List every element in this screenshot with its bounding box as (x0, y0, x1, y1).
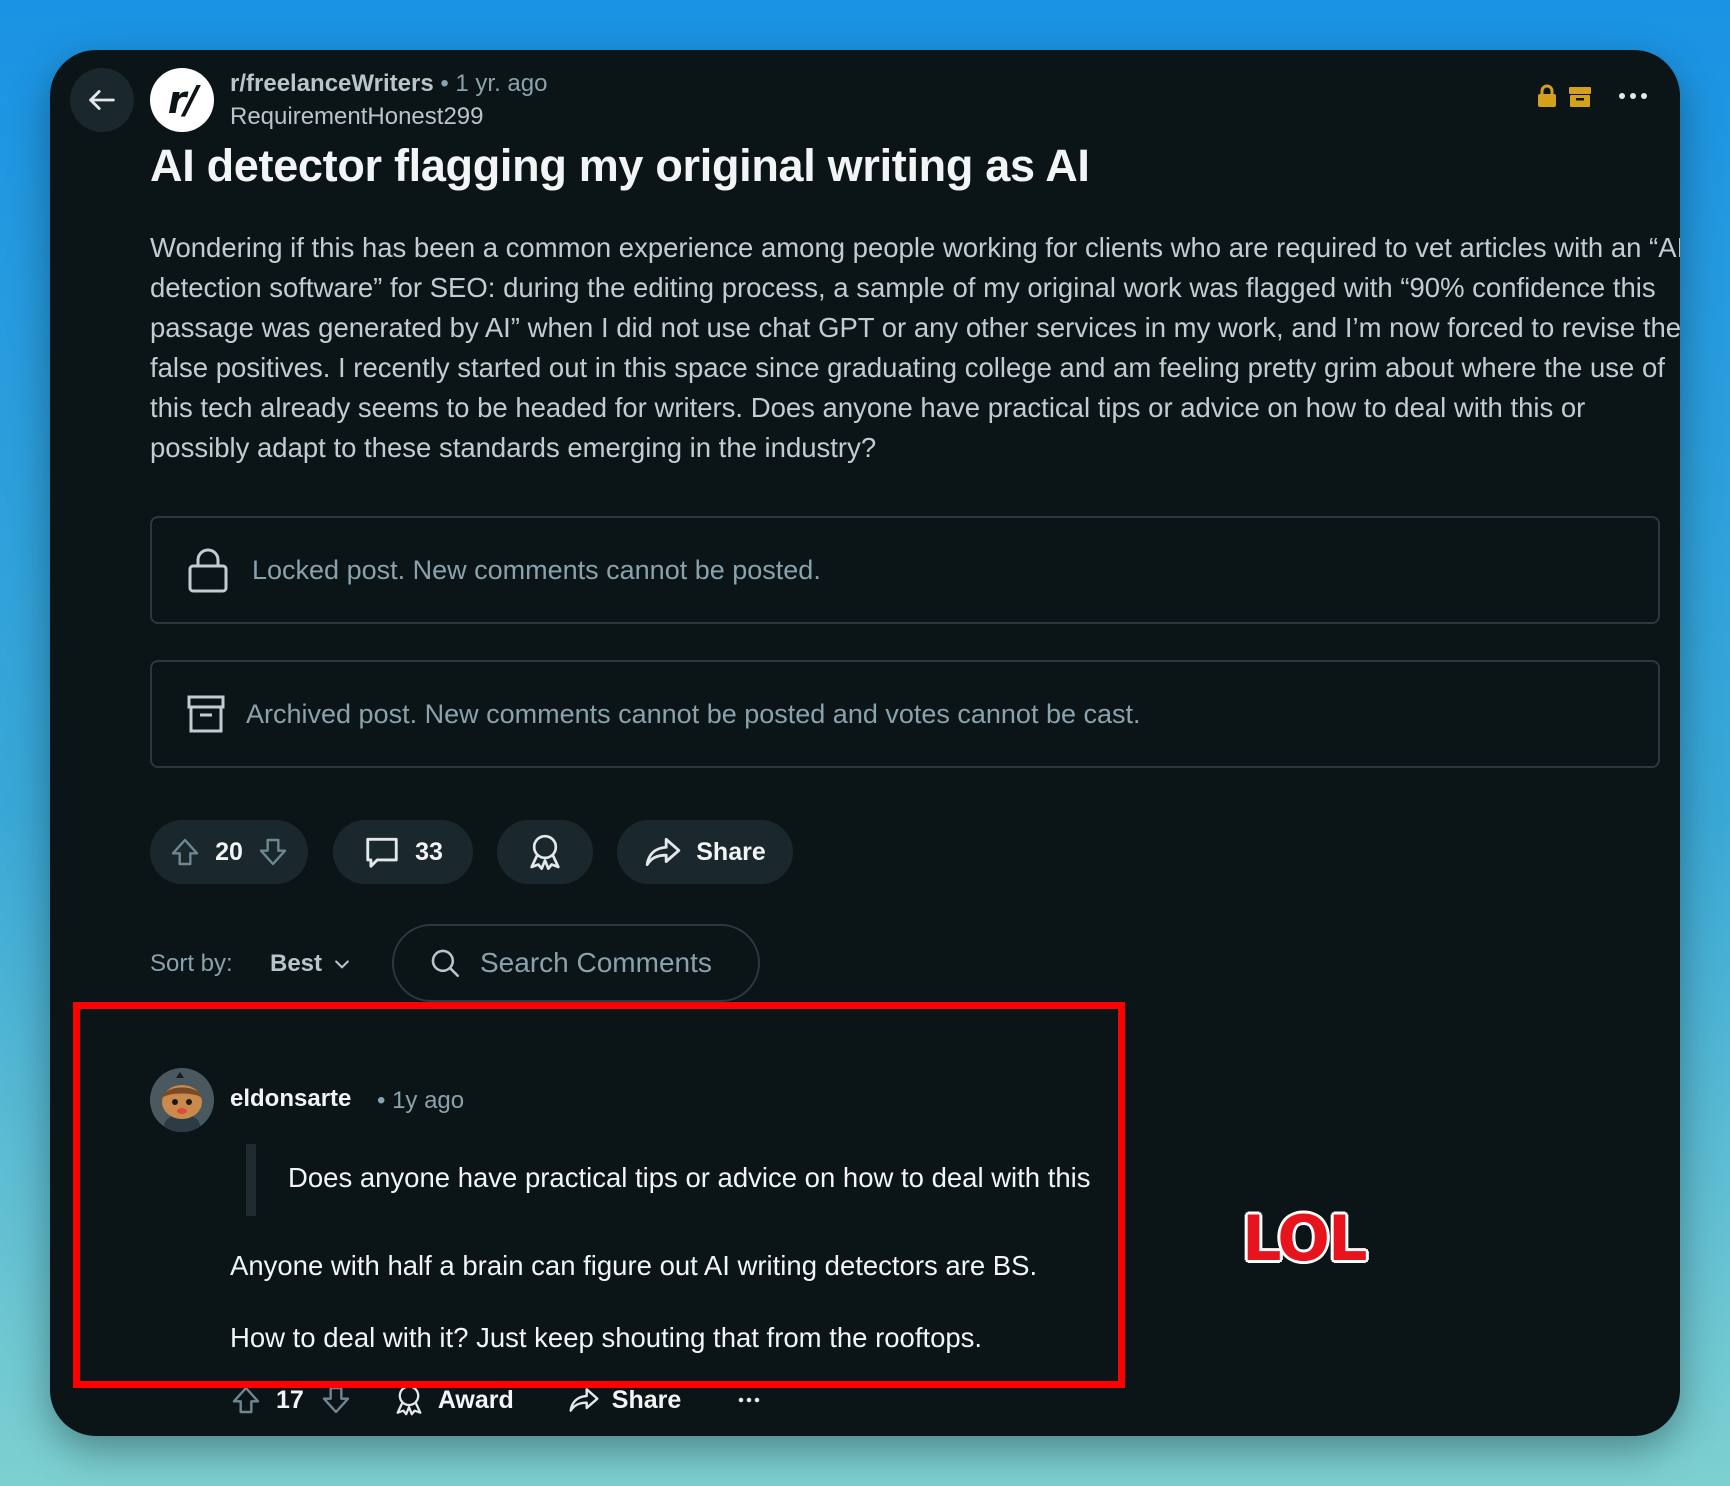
subreddit-avatar-text: r/ (167, 78, 199, 122)
search-comments-box (392, 924, 760, 1002)
search-icon (431, 949, 460, 978)
share-button[interactable]: Share (617, 820, 793, 884)
lock-icon (188, 548, 228, 593)
share-label: Share (696, 837, 766, 866)
sort-value: Best (270, 950, 323, 977)
archived-notice: Archived post. New comments cannot be po… (150, 660, 1660, 768)
share-icon (645, 837, 681, 867)
subreddit-line: r/freelanceWriters • 1 yr. ago (230, 70, 547, 98)
sort-by-label: Sort by: (150, 950, 233, 977)
comment-award-label: Award (437, 1385, 514, 1414)
subreddit-avatar[interactable]: r/ (150, 68, 214, 132)
comment-count: 33 (415, 837, 443, 866)
lock-badge-icon (1538, 84, 1556, 107)
lol-annotation: LOL (1242, 1202, 1368, 1275)
comment-share-label: Share (611, 1385, 682, 1414)
post-body: Wondering if this has been a common expe… (150, 232, 1680, 463)
sort-dropdown[interactable]: Best (270, 950, 352, 978)
comment-award-button[interactable]: Award (392, 1383, 514, 1417)
search-comments-input[interactable] (478, 946, 732, 980)
comment-actions: 17 Award Share (230, 1383, 761, 1417)
award-button[interactable] (497, 820, 593, 884)
arrow-left-icon (89, 90, 115, 110)
comment-upvote-icon[interactable] (230, 1384, 262, 1416)
comment-vote-count: 17 (276, 1385, 304, 1414)
award-icon (396, 1385, 422, 1416)
downvote-icon[interactable] (257, 836, 289, 868)
comment-highlight-box (73, 1002, 1125, 1388)
comment-icon (366, 837, 398, 868)
subreddit-link[interactable]: r/freelanceWriters (230, 70, 434, 97)
comments-button[interactable]: 33 (333, 820, 473, 884)
back-button[interactable] (70, 68, 134, 132)
post-age: • 1 yr. ago (440, 70, 548, 97)
archive-icon (187, 695, 225, 733)
post-author[interactable]: RequirementHonest299 (230, 103, 484, 131)
comment-share-button[interactable]: Share (568, 1384, 681, 1416)
vote-count: 20 (215, 837, 243, 866)
comment-more-icon[interactable] (737, 1394, 761, 1406)
more-options-icon[interactable] (1616, 84, 1650, 108)
locked-notice: Locked post. New comments cannot be post… (150, 516, 1660, 624)
share-icon (569, 1388, 599, 1412)
post-status-icons (1536, 84, 1650, 108)
comment-downvote-icon[interactable] (320, 1384, 352, 1416)
locked-notice-text: Locked post. New comments cannot be post… (252, 554, 821, 585)
award-icon (530, 834, 560, 870)
chevron-down-icon (335, 960, 349, 969)
upvote-icon[interactable] (169, 836, 201, 868)
vote-control: 20 (150, 820, 308, 884)
archived-notice-text: Archived post. New comments cannot be po… (246, 698, 1141, 729)
post-title: AI detector flagging my original writing… (150, 140, 1090, 191)
archive-badge-icon (1569, 87, 1591, 107)
